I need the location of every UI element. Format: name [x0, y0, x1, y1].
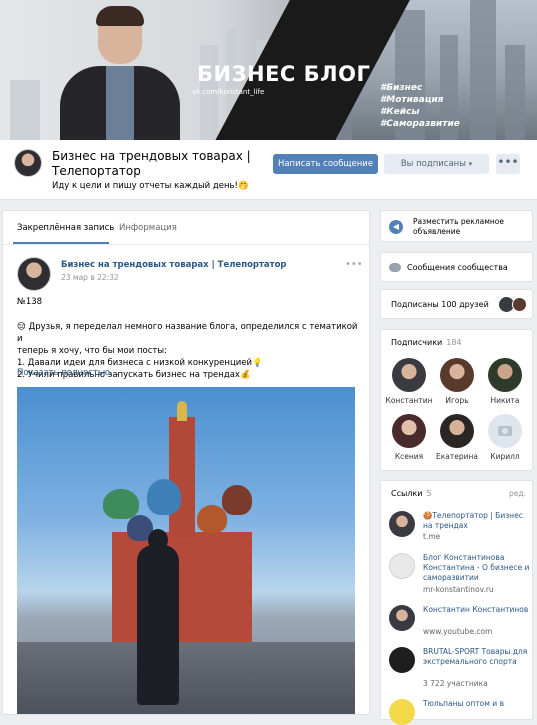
- link-subtitle: www.youtube.com: [423, 627, 493, 636]
- wall-tabs: Закреплённая запись Информация: [3, 211, 369, 245]
- write-message-button[interactable]: Написать сообщение: [273, 154, 378, 174]
- community-status: Иду к цели и пишу отчеты каждый день!🤭: [52, 181, 249, 191]
- cover-tags: #Бизнес #Мотивация #Кейсы #Саморазвитие: [380, 82, 460, 130]
- post-number: №138: [17, 297, 43, 307]
- message-icon: [389, 263, 401, 272]
- post-author-avatar[interactable]: [17, 257, 51, 291]
- link-subtitle: t.me: [423, 532, 441, 541]
- link-item[interactable]: Константин Константинов www.youtube.com: [389, 605, 529, 639]
- subscriber-name: Екатерина: [436, 452, 478, 461]
- brutal-sport-logo: [389, 647, 415, 673]
- megaphone-icon: ◀: [389, 220, 403, 234]
- messages-label: Сообщения сообщества: [407, 263, 508, 272]
- subscriber-avatar: [392, 358, 426, 392]
- post-menu-button[interactable]: •••: [345, 259, 363, 270]
- community-avatar[interactable]: [14, 149, 42, 177]
- link-title: Константин Константинов: [423, 605, 529, 614]
- link-subtitle: 3 722 участника: [423, 679, 488, 688]
- link-avatar: [389, 511, 415, 537]
- link-item[interactable]: Тюльпаны оптом и в: [389, 699, 529, 725]
- cover-image: БИЗНЕС БЛОГ vk.com/konstant_life #Бизнес…: [0, 0, 537, 140]
- links-title-label: Ссылки: [391, 489, 423, 498]
- links-count: 5: [426, 489, 432, 498]
- subscribers-title[interactable]: Подписчики 184: [391, 338, 462, 347]
- cover-tag: #Саморазвитие: [380, 119, 460, 129]
- friends-subscribed-card[interactable]: Подписаны 100 друзей: [380, 289, 533, 319]
- photo-person: [137, 545, 179, 705]
- subscriber-name: Кирилл: [490, 452, 520, 461]
- active-tab-indicator: [13, 242, 109, 244]
- link-item[interactable]: 🍪Телепортатор | Бизнес на трендах t.me: [389, 511, 529, 545]
- subscriber-avatar: [392, 414, 426, 448]
- post-date[interactable]: 23 мар в 22:32: [61, 273, 119, 282]
- subscriber-item[interactable]: Никита: [481, 358, 529, 405]
- post-photo[interactable]: [17, 387, 355, 714]
- link-item[interactable]: Блог Константинова Константина - О бизне…: [389, 553, 529, 597]
- subscribers-card: Подписчики 184 Константин Игорь Никита Кс…: [380, 329, 533, 471]
- post-author[interactable]: Бизнес на трендовых товарах | Телепортат…: [61, 260, 287, 270]
- subscriber-item[interactable]: Екатерина: [433, 414, 481, 461]
- cover-tag: #Мотивация: [380, 95, 444, 105]
- link-item[interactable]: BRUTAL-SPORT Товары для экстремального с…: [389, 647, 529, 691]
- post-line: 😔 Друзья, я переделал немного название б…: [17, 322, 358, 344]
- cover-tag: #Бизнес: [380, 83, 423, 93]
- tab-pinned-post[interactable]: Закреплённая запись: [17, 223, 114, 233]
- show-more-link[interactable]: Показать полностью…: [17, 368, 119, 378]
- cover-person: [60, 6, 180, 140]
- subscribed-label: Вы подписаны: [400, 159, 466, 169]
- more-actions-button[interactable]: •••: [496, 154, 520, 174]
- links-edit-link[interactable]: ред.: [509, 489, 526, 498]
- subscriber-name: Константин: [385, 396, 433, 405]
- subscriber-name: Игорь: [445, 396, 469, 405]
- subscriber-name: Ксения: [394, 452, 424, 461]
- subscriber-item[interactable]: Ксения: [385, 414, 433, 461]
- link-avatar: [389, 605, 415, 631]
- advertise-label: Разместить рекламное объявление: [413, 217, 504, 236]
- subscribed-dropdown-button[interactable]: Вы подписаны ▾: [384, 154, 489, 174]
- link-title: 🍪Телепортатор | Бизнес на трендах: [423, 511, 523, 530]
- subscribers-count: 184: [446, 338, 462, 347]
- chevron-down-icon: ▾: [468, 160, 473, 168]
- link-title: Тюльпаны оптом и в: [423, 699, 504, 708]
- advertise-card[interactable]: ◀ Разместить рекламное объявление: [380, 210, 533, 242]
- friends-label: Подписаны 100 друзей: [391, 300, 489, 309]
- subscriber-item[interactable]: Игорь: [433, 358, 481, 405]
- subscribers-title-label: Подписчики: [391, 338, 443, 347]
- post-line: теперь я хочу, что бы мои посты:: [17, 346, 167, 356]
- community-name: Бизнес на трендовых товарах | Телепортат…: [52, 149, 251, 178]
- cover-tag: #Кейсы: [380, 107, 420, 117]
- tab-info[interactable]: Информация: [119, 223, 177, 233]
- subscriber-avatar: [440, 414, 474, 448]
- link-avatar: [389, 699, 415, 725]
- camera-icon: [488, 414, 522, 448]
- friend-avatar[interactable]: [512, 297, 527, 312]
- cover-title: БИЗНЕС БЛОГ: [197, 62, 371, 86]
- wall-card: Закреплённая запись Информация Бизнес на…: [2, 210, 370, 715]
- subscriber-name: Никита: [490, 396, 520, 405]
- link-avatar: [389, 553, 415, 579]
- link-title: BRUTAL-SPORT Товары для экстремального с…: [423, 647, 528, 666]
- cover-url: vk.com/konstant_life: [192, 88, 265, 96]
- links-title: Ссылки 5: [391, 489, 432, 498]
- subscriber-avatar: [488, 358, 522, 392]
- links-card: Ссылки 5 ред. 🍪Телепортатор | Бизнес на т…: [380, 480, 533, 725]
- link-subtitle: mr-konstantinov.ru: [423, 585, 494, 594]
- subscriber-item[interactable]: Константин: [385, 358, 433, 405]
- community-messages-card[interactable]: Сообщения сообщества: [380, 252, 533, 282]
- subscriber-item[interactable]: Кирилл: [481, 414, 529, 461]
- subscriber-avatar: [440, 358, 474, 392]
- link-title: Блог Константинова Константина - О бизне…: [423, 553, 530, 582]
